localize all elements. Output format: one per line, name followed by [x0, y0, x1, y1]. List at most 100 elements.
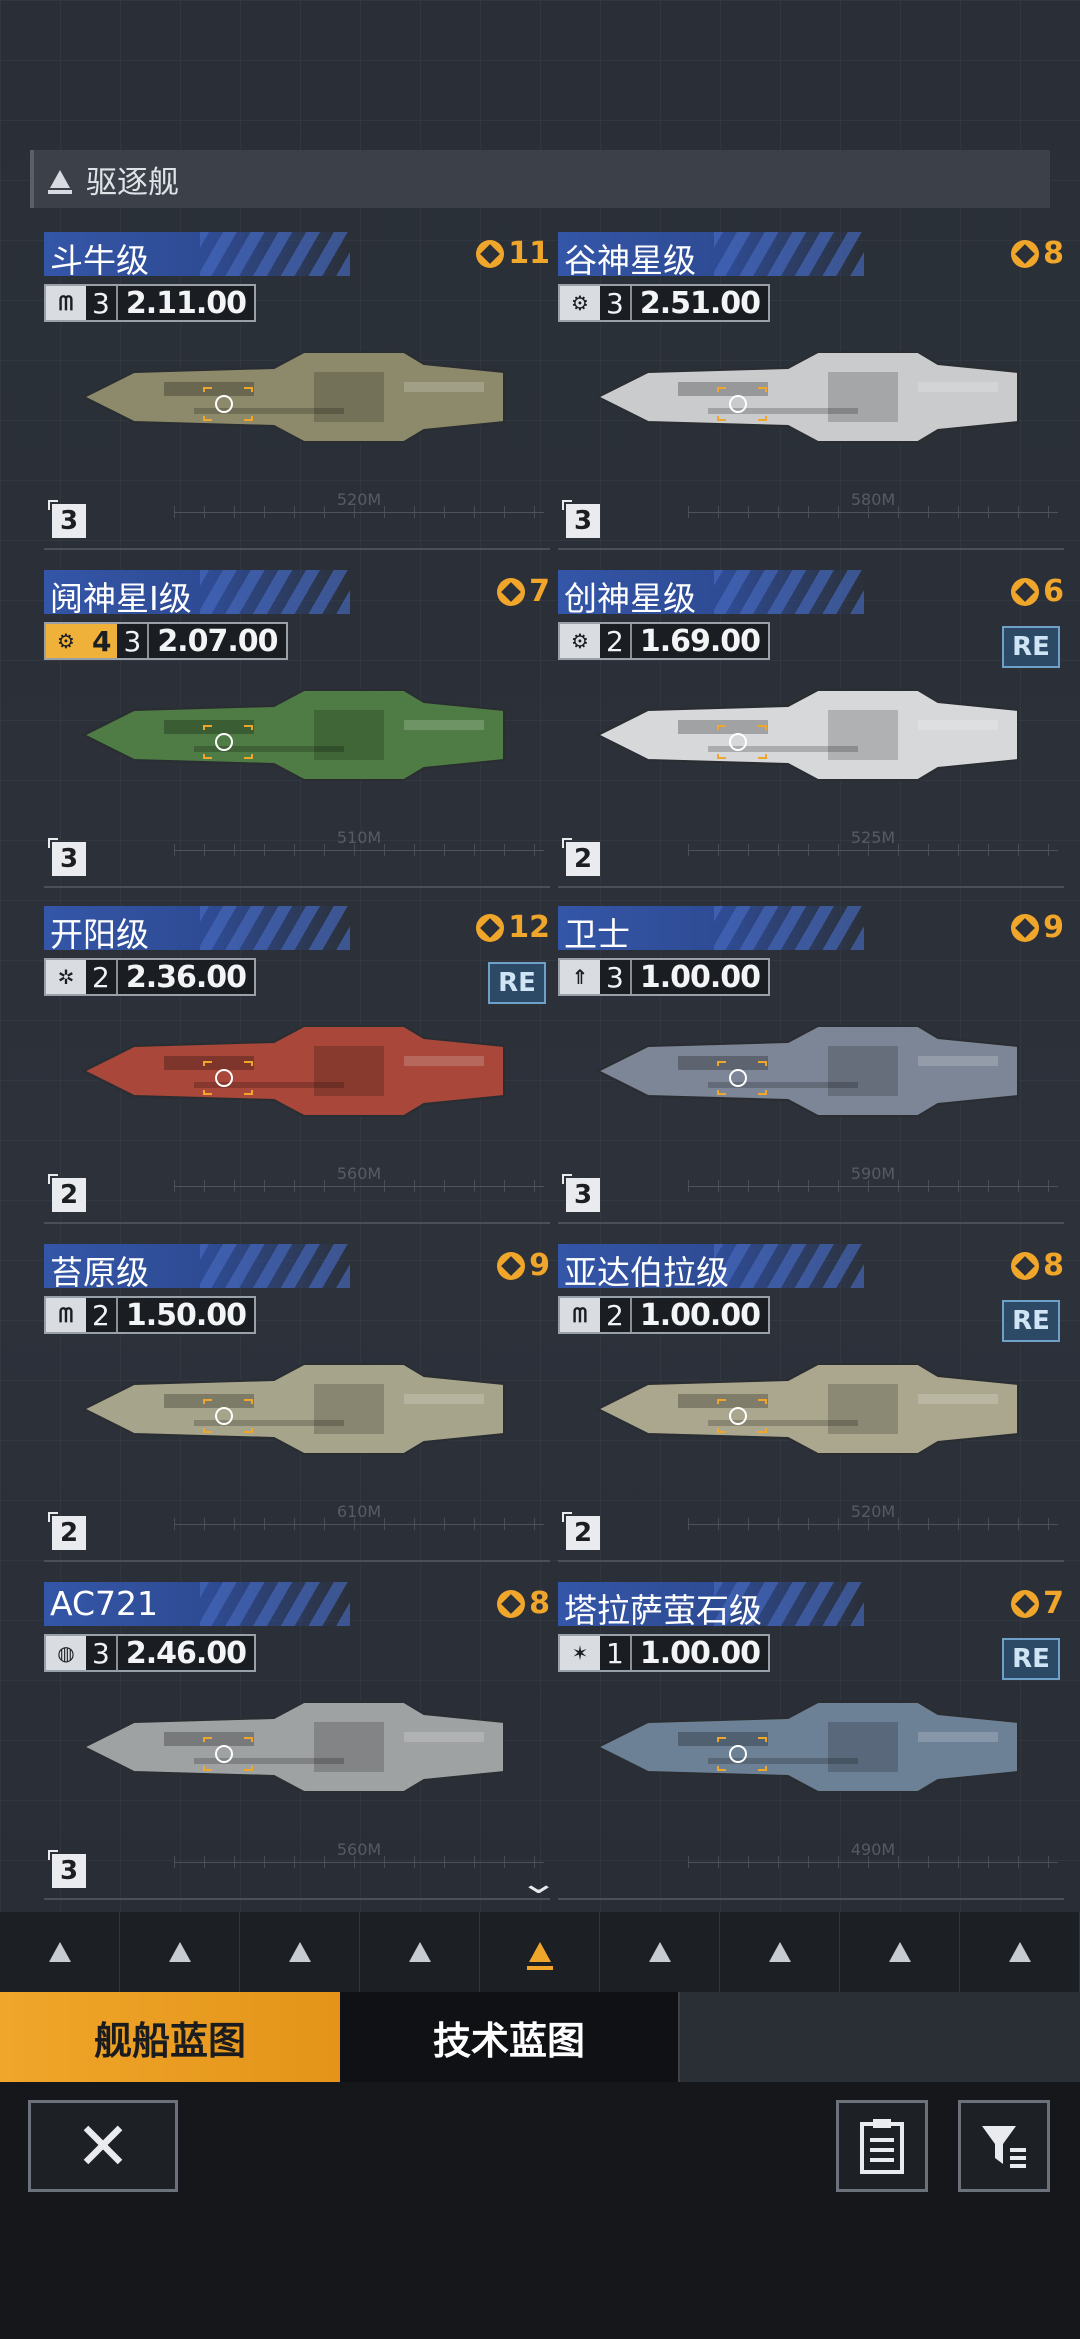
ship-card[interactable]: 苔原级 9 ᗰ 2 1.50.00 610M 2 [44, 1244, 550, 1562]
command-cost-value: 2.46 [125, 1635, 197, 1671]
list-view-button[interactable] [836, 2100, 928, 2192]
ship-card[interactable]: 亚达伯拉级 8 ᗰ 2 1.00.00 RE 520M 2 [558, 1244, 1064, 1562]
blueprint-mode-tabs: 舰船蓝图 技术蓝图 [0, 1992, 1080, 2082]
destroyer-icon [528, 1942, 551, 1962]
station-icon [1008, 1942, 1031, 1962]
ship-card[interactable]: 谷神星级 8 ⚙ 3 2.51.00 580M 3 [558, 232, 1064, 550]
ship-model-image [74, 1692, 514, 1802]
category-header-destroyer[interactable]: 驱逐舰 [30, 150, 1050, 208]
command-cost: 2.36.00 [118, 959, 254, 995]
ship-length: 560M [336, 1164, 382, 1183]
ship-length: 520M [336, 490, 382, 509]
corp-icon: ᗰ [46, 286, 86, 320]
tri-blade-icon: ✶ [560, 1636, 600, 1670]
class-tab[interactable] [840, 1912, 960, 1992]
ship-name: 卫士 [564, 915, 630, 950]
class-tab[interactable] [360, 1912, 480, 1992]
ship-card[interactable]: 塔拉萨萤石级 7 ✶ 1 1.00.00 RE 490M [558, 1582, 1064, 1900]
corp-icon: ᗰ [560, 1298, 600, 1332]
blueprint-count: 7 [497, 574, 550, 609]
fighter-icon [648, 1942, 671, 1962]
class-tab[interactable] [600, 1912, 720, 1992]
command-cost: 2.11.00 [118, 286, 254, 321]
blueprint-count: 11 [476, 236, 550, 271]
command-cost: 1.00.00 [632, 960, 768, 995]
command-cost-value: 2.07 [157, 623, 228, 659]
command-cost-suffix: .00 [195, 959, 247, 995]
ship-model-image [74, 680, 514, 790]
ship-name: 谷神星级 [564, 241, 696, 276]
scroll-down-chevron-icon[interactable]: ⌄ [518, 1866, 558, 1901]
cruiser-icon [168, 1942, 191, 1962]
ship-name-bar: 塔拉萨萤石级 [558, 1582, 864, 1626]
scale-line [688, 850, 1058, 851]
ship-length: 490M [850, 1840, 896, 1859]
filter-icon [982, 2126, 1026, 2168]
blueprint-count-value: 8 [529, 1586, 550, 1621]
ship-class-tab-bar [0, 1912, 1080, 1992]
command-cost-suffix: .00 [227, 623, 278, 659]
ship-stats: ✲ 2 2.36.00 [44, 958, 257, 996]
globe-icon: ◍ [46, 1636, 86, 1670]
ship-card[interactable]: 斗牛级 11 ᗰ 3 2.11.00 520M 3 [44, 232, 550, 550]
ship-stats: ✶ 1 1.00.00 [558, 1634, 771, 1672]
re-badge: RE [488, 962, 546, 1004]
ship-length: 580M [850, 490, 896, 509]
command-cost-suffix: .00 [709, 1297, 761, 1333]
tab-ship-blueprint[interactable]: 舰船蓝图 [0, 1992, 340, 2082]
blueprint-count: 9 [497, 1248, 550, 1283]
class-tab[interactable] [960, 1912, 1080, 1992]
ship-name: 亚达伯拉级 [564, 1253, 729, 1288]
ship-name: 斗牛级 [50, 241, 149, 276]
scale-line [174, 850, 544, 851]
blueprint-gem-icon [1011, 1251, 1040, 1280]
ship-card[interactable]: 开阳级 12 ✲ 2 2.36.00 RE 560M 2 [44, 906, 550, 1224]
blueprint-count-value: 7 [1043, 1586, 1064, 1621]
ship-length: 610M [336, 1502, 382, 1521]
class-tab[interactable] [0, 1912, 120, 1992]
ship-name: AC721 [50, 1584, 159, 1623]
tab-tech-blueprint[interactable]: 技术蓝图 [340, 1992, 680, 2082]
size-tier-badge: 3 [48, 500, 86, 538]
ship-name: 阋神星I级 [50, 579, 192, 614]
ship-blueprint-scale: 525M [688, 820, 1058, 870]
ship-blueprint-scale: 560M [174, 1156, 544, 1206]
command-cost: 1.00.00 [632, 1635, 768, 1671]
ship-blueprint-scale: 580M [688, 482, 1058, 532]
ship-blueprint-scale: 520M [174, 482, 544, 532]
blueprint-gem-icon [497, 1589, 526, 1618]
re-badge: RE [1002, 1638, 1060, 1680]
command-cost: 2.46.00 [118, 1635, 254, 1671]
blueprint-count: 8 [1011, 236, 1064, 271]
blueprint-count: 12 [476, 910, 550, 945]
class-tab[interactable] [480, 1912, 600, 1992]
ship-card[interactable]: 卫士 9 ⇑ 3 1.00.00 590M 3 [558, 906, 1064, 1224]
class-tab[interactable] [720, 1912, 840, 1992]
ship-model-image [74, 342, 514, 452]
ship-stats: ᗰ 3 2.11.00 [44, 284, 257, 322]
blueprint-count-value: 6 [1043, 574, 1064, 609]
command-cost-suffix: .00 [709, 1635, 761, 1671]
ship-model-image [588, 1016, 1028, 1126]
command-cost-suffix: .00 [709, 623, 761, 659]
ship-card[interactable]: 创神星级 6 ⚙ 2 1.69.00 RE 525M 2 [558, 570, 1064, 888]
command-cost-suffix: .00 [709, 285, 761, 321]
carrier-icon [48, 1942, 71, 1962]
ship-name-bar: 阋神星I级 [44, 570, 350, 614]
class-tab[interactable] [120, 1912, 240, 1992]
ship-card[interactable]: 阋神星I级 7 ⚙ 4 3 2.07.00 510M 3 [44, 570, 550, 888]
ship-name: 开阳级 [50, 915, 149, 950]
ship-name-bar: AC721 [44, 1582, 350, 1626]
re-badge: RE [1002, 626, 1060, 668]
ship-card[interactable]: AC721 8 ◍ 3 2.46.00 560M 3 [44, 1582, 550, 1900]
ship-stats: ⚙ 3 2.51.00 [558, 284, 771, 322]
command-cost-value: 1.00 [639, 1635, 711, 1671]
class-tab[interactable] [240, 1912, 360, 1992]
size-tier-badge: 2 [562, 838, 600, 876]
blueprint-gem-icon [1011, 1589, 1040, 1618]
filter-button[interactable] [958, 2100, 1050, 2192]
size-tier-badge: 2 [562, 1512, 600, 1550]
ship-name-bar: 亚达伯拉级 [558, 1244, 864, 1288]
frigate-icon [288, 1942, 311, 1962]
close-button[interactable]: ✕ [28, 2100, 178, 2192]
